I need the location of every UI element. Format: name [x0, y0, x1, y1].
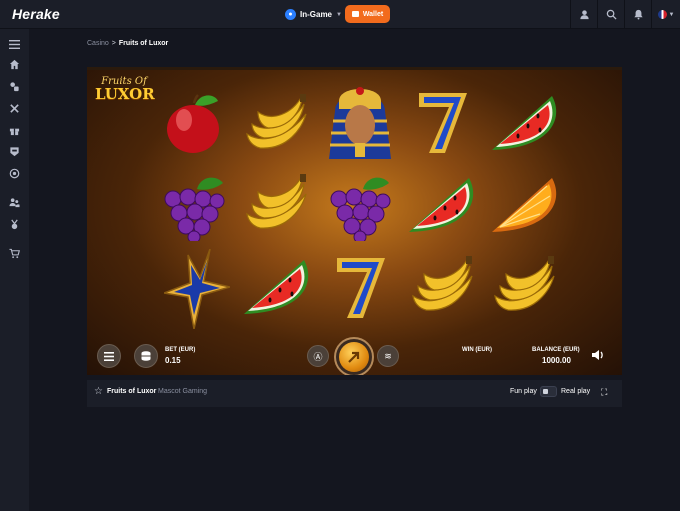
grapes-symbol	[330, 177, 391, 241]
turbo-icon: ≋	[384, 350, 392, 361]
gift-icon[interactable]	[8, 124, 21, 137]
sound-button[interactable]	[591, 348, 605, 362]
header-actions: ▼	[570, 0, 680, 29]
game-menu-button[interactable]	[97, 344, 121, 368]
bet-label: BET (EUR)	[165, 347, 196, 353]
orange-symbol	[492, 178, 557, 232]
sidebar	[0, 29, 29, 511]
search-icon[interactable]	[598, 0, 624, 29]
breadcrumb: Casino > Fruits of Luxor	[87, 40, 168, 47]
bet-button[interactable]	[134, 344, 158, 368]
language-selector[interactable]: ▼	[652, 0, 680, 29]
game-frame[interactable]: Fruits Of LUXOR BET (EUR) 0.15 Ⓐ ≋ WIN (…	[87, 67, 622, 375]
site-logo[interactable]: Herake	[12, 6, 60, 22]
fullscreen-icon[interactable]: ⛶	[601, 387, 611, 397]
bananas-symbol	[494, 256, 555, 311]
breadcrumb-casino-link[interactable]: Casino	[87, 40, 109, 47]
breadcrumb-separator: >	[111, 40, 116, 47]
balance-value: 1000.00	[542, 356, 571, 365]
cart-icon[interactable]	[8, 247, 21, 260]
game-logo-line2: LUXOR	[95, 85, 155, 103]
medal-icon[interactable]	[8, 218, 21, 231]
bet-value: 0.15	[165, 356, 181, 365]
breadcrumb-current: Fruits of Luxor	[118, 40, 169, 47]
seven-symbol	[337, 258, 385, 318]
in-game-selector[interactable]: ● In-Game ▼	[285, 6, 342, 23]
coins-icon	[141, 351, 151, 361]
uk-flag-icon	[657, 10, 667, 19]
autoplay-button[interactable]: Ⓐ	[307, 345, 329, 367]
game-title: Fruits of Luxor	[107, 388, 157, 395]
win-label: WIN (EUR)	[462, 347, 492, 353]
shield-icon[interactable]	[8, 145, 21, 158]
spin-icon	[339, 342, 369, 372]
bananas-symbol	[246, 94, 307, 149]
game-info-bar: ☆ Fruits of Luxor Mascot Gaming Fun play…	[87, 380, 622, 407]
seven-symbol	[419, 93, 467, 153]
watermelon-symbol	[244, 260, 309, 314]
real-play-label: Real play	[561, 388, 591, 395]
watermelon-symbol	[409, 178, 474, 232]
spin-button[interactable]	[334, 337, 374, 375]
watermelon-symbol	[492, 96, 557, 150]
sports-icon[interactable]	[8, 102, 21, 115]
user-icon[interactable]	[571, 0, 597, 29]
top-bar: Herake ● In-Game ▼ Wallet ▼	[0, 0, 680, 29]
fun-play-label: Fun play	[510, 388, 537, 395]
balance-label: BALANCE (EUR)	[532, 347, 580, 353]
in-game-icon: ●	[285, 9, 296, 20]
target-icon[interactable]	[8, 167, 21, 180]
menu-icon[interactable]	[8, 38, 21, 51]
home-icon[interactable]	[8, 58, 21, 71]
chevron-down-icon: ▼	[336, 11, 342, 18]
bell-icon[interactable]	[625, 0, 651, 29]
users-icon[interactable]	[8, 196, 21, 209]
game-logo: Fruits Of LUXOR	[95, 77, 155, 103]
game-provider[interactable]: Mascot Gaming	[158, 388, 207, 395]
star-symbol	[164, 249, 230, 329]
wallet-label: Wallet	[362, 10, 384, 18]
apple-symbol	[167, 94, 219, 153]
chevron-down-icon: ▼	[668, 11, 675, 18]
autoplay-icon: Ⓐ	[313, 351, 323, 362]
bananas-symbol	[412, 256, 473, 311]
wallet-icon	[351, 11, 359, 17]
in-game-label: In-Game	[300, 10, 333, 19]
wallet-button[interactable]: Wallet	[345, 5, 390, 23]
turbo-button[interactable]: ≋	[377, 345, 399, 367]
menu-icon	[104, 351, 114, 361]
favorite-star-icon[interactable]: ☆	[94, 387, 104, 397]
game-controls: BET (EUR) 0.15 Ⓐ ≋ WIN (EUR) BALANCE (EU…	[87, 335, 622, 375]
casino-icon[interactable]	[8, 80, 21, 93]
speaker-icon	[592, 350, 603, 360]
grapes-symbol	[164, 177, 225, 241]
play-mode-toggle[interactable]	[540, 386, 557, 397]
bananas-symbol	[246, 174, 307, 229]
pharaoh-symbol	[329, 87, 391, 159]
